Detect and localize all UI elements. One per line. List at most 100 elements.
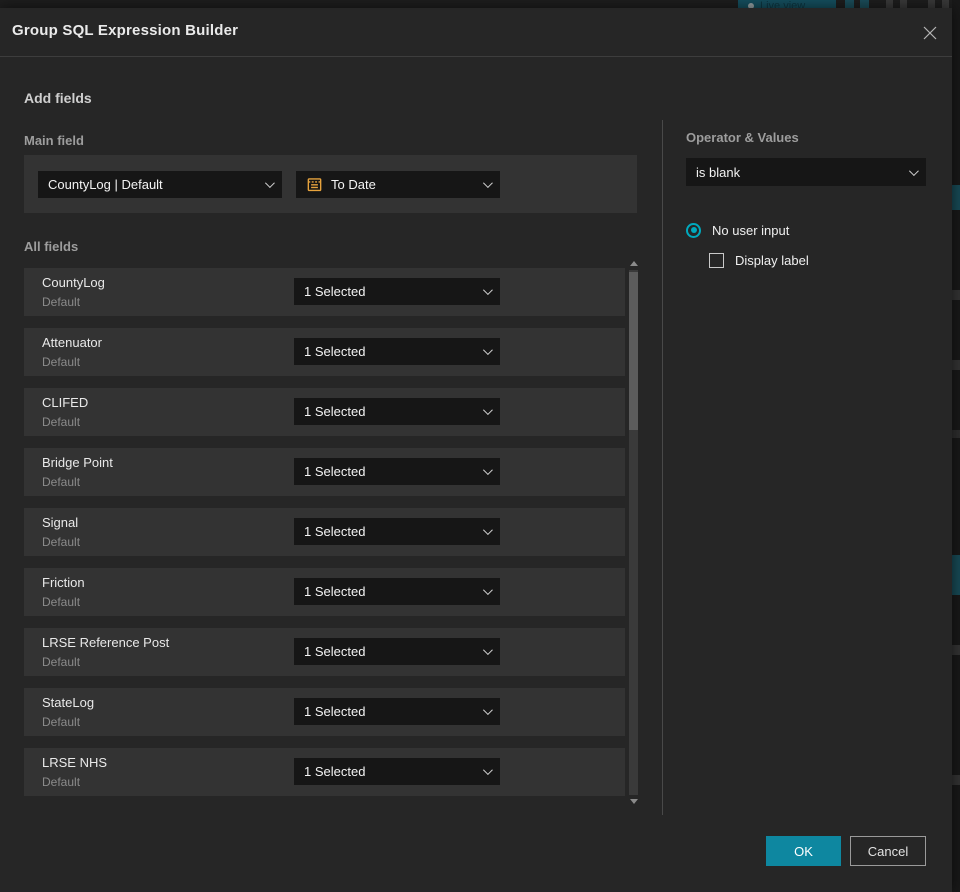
- field-type-select[interactable]: To Date: [296, 171, 500, 198]
- chevron-down-icon: [482, 765, 493, 776]
- operator-select[interactable]: is blank: [686, 158, 926, 186]
- field-selected-dropdown[interactable]: 1 Selected: [294, 698, 500, 725]
- all-fields-label: All fields: [24, 239, 79, 254]
- chevron-down-icon: [482, 645, 493, 656]
- field-row: LRSE Reference Post Default 1 Selected: [24, 628, 625, 676]
- background-fragment: [952, 555, 960, 595]
- field-selected-dropdown-label: 1 Selected: [304, 464, 366, 479]
- dialog-title: Group SQL Expression Builder: [12, 22, 239, 39]
- toolbar-icon-fragment: [928, 0, 935, 8]
- checkbox-unchecked-icon: [709, 252, 724, 268]
- operator-values-heading: Operator & Values: [686, 130, 799, 145]
- no-user-input-label: No user input: [712, 222, 790, 238]
- field-name: Friction: [42, 575, 85, 590]
- field-subtitle: Default: [42, 295, 81, 309]
- field-selected-dropdown-label: 1 Selected: [304, 764, 366, 779]
- operator-select-value: is blank: [696, 164, 741, 180]
- close-icon: [923, 26, 937, 40]
- field-name: StateLog: [42, 695, 95, 710]
- field-subtitle: Default: [42, 415, 81, 429]
- all-fields-list: CountyLog Default 1 Selected Attenuator …: [24, 268, 625, 808]
- group-sql-expression-builder-dialog: Group SQL Expression Builder Add fields …: [0, 8, 952, 892]
- field-row: Friction Default 1 Selected: [24, 568, 625, 616]
- background-fragment: [952, 645, 960, 655]
- field-selected-dropdown[interactable]: 1 Selected: [294, 758, 500, 785]
- main-field-select-value: CountyLog | Default: [48, 177, 163, 192]
- chevron-down-icon: [482, 345, 493, 356]
- field-name: CLIFED: [42, 395, 89, 410]
- scrollbar-down-arrow-icon[interactable]: [630, 799, 638, 804]
- field-subtitle: Default: [42, 475, 81, 489]
- live-view-button-fragment[interactable]: Live view: [738, 0, 836, 8]
- dialog-header: Group SQL Expression Builder: [0, 8, 952, 57]
- background-fragment: [952, 290, 960, 300]
- field-row: CountyLog Default 1 Selected: [24, 268, 625, 316]
- field-selected-dropdown-label: 1 Selected: [304, 584, 366, 599]
- background-app-right-strip: [952, 0, 960, 892]
- field-selected-dropdown[interactable]: 1 Selected: [294, 278, 500, 305]
- chevron-down-icon: [482, 705, 493, 716]
- list-scrollbar[interactable]: [628, 258, 640, 806]
- chevron-down-icon: [482, 525, 493, 536]
- chevron-down-icon: [482, 285, 493, 296]
- field-subtitle: Default: [42, 595, 81, 609]
- field-selected-dropdown[interactable]: 1 Selected: [294, 638, 500, 665]
- field-selected-dropdown[interactable]: 1 Selected: [294, 398, 500, 425]
- field-subtitle: Default: [42, 535, 81, 549]
- no-user-input-radio[interactable]: No user input: [686, 220, 789, 240]
- field-selected-dropdown-label: 1 Selected: [304, 644, 366, 659]
- field-selected-dropdown-label: 1 Selected: [304, 404, 366, 419]
- main-field-select[interactable]: CountyLog | Default: [38, 171, 282, 198]
- add-fields-heading: Add fields: [24, 90, 92, 106]
- display-label-checkbox[interactable]: Display label: [709, 251, 809, 269]
- toolbar-icon-fragment: [886, 0, 893, 8]
- field-selected-dropdown-label: 1 Selected: [304, 344, 366, 359]
- main-field-label: Main field: [24, 133, 84, 148]
- field-name: LRSE NHS: [42, 755, 108, 770]
- ok-button[interactable]: OK: [766, 836, 841, 866]
- field-name: Bridge Point: [42, 455, 113, 470]
- field-selected-dropdown-label: 1 Selected: [304, 524, 366, 539]
- field-selected-dropdown[interactable]: 1 Selected: [294, 458, 500, 485]
- main-field-panel: CountyLog | Default To Date: [24, 155, 637, 213]
- toolbar-icon-fragment: [845, 0, 854, 8]
- field-selected-dropdown[interactable]: 1 Selected: [294, 338, 500, 365]
- field-row: StateLog Default 1 Selected: [24, 688, 625, 736]
- field-subtitle: Default: [42, 775, 81, 789]
- field-row: Attenuator Default 1 Selected: [24, 328, 625, 376]
- chevron-down-icon: [908, 165, 919, 176]
- field-name: CountyLog: [42, 275, 105, 290]
- chevron-down-icon: [482, 465, 493, 476]
- field-subtitle: Default: [42, 355, 81, 369]
- chevron-down-icon: [264, 178, 275, 189]
- field-row: LRSE NHS Default 1 Selected: [24, 748, 625, 796]
- scrollbar-thumb[interactable]: [629, 272, 638, 430]
- field-subtitle: Default: [42, 655, 81, 669]
- close-button[interactable]: [916, 20, 944, 46]
- cancel-button[interactable]: Cancel: [850, 836, 926, 866]
- radio-selected-icon: [686, 222, 701, 238]
- background-fragment: [952, 360, 960, 370]
- toolbar-icon-fragment: [942, 0, 949, 8]
- calendar-icon: [307, 178, 322, 192]
- field-name: Attenuator: [42, 335, 102, 350]
- scrollbar-up-arrow-icon[interactable]: [630, 261, 638, 266]
- background-app-top-strip: Live view: [0, 0, 960, 8]
- chevron-down-icon: [482, 405, 493, 416]
- background-fragment: [952, 775, 960, 785]
- scrollbar-track[interactable]: [629, 270, 638, 795]
- field-selected-dropdown-label: 1 Selected: [304, 704, 366, 719]
- field-type-select-value: To Date: [331, 177, 376, 192]
- chevron-down-icon: [482, 585, 493, 596]
- background-fragment: [952, 430, 960, 438]
- display-label-label: Display label: [735, 252, 809, 268]
- field-name: LRSE Reference Post: [42, 635, 170, 650]
- field-selected-dropdown[interactable]: 1 Selected: [294, 578, 500, 605]
- field-row: CLIFED Default 1 Selected: [24, 388, 625, 436]
- field-row: Bridge Point Default 1 Selected: [24, 448, 625, 496]
- toolbar-icon-fragment: [900, 0, 907, 8]
- field-selected-dropdown[interactable]: 1 Selected: [294, 518, 500, 545]
- field-subtitle: Default: [42, 715, 81, 729]
- live-view-label: Live view: [760, 0, 806, 9]
- field-selected-dropdown-label: 1 Selected: [304, 284, 366, 299]
